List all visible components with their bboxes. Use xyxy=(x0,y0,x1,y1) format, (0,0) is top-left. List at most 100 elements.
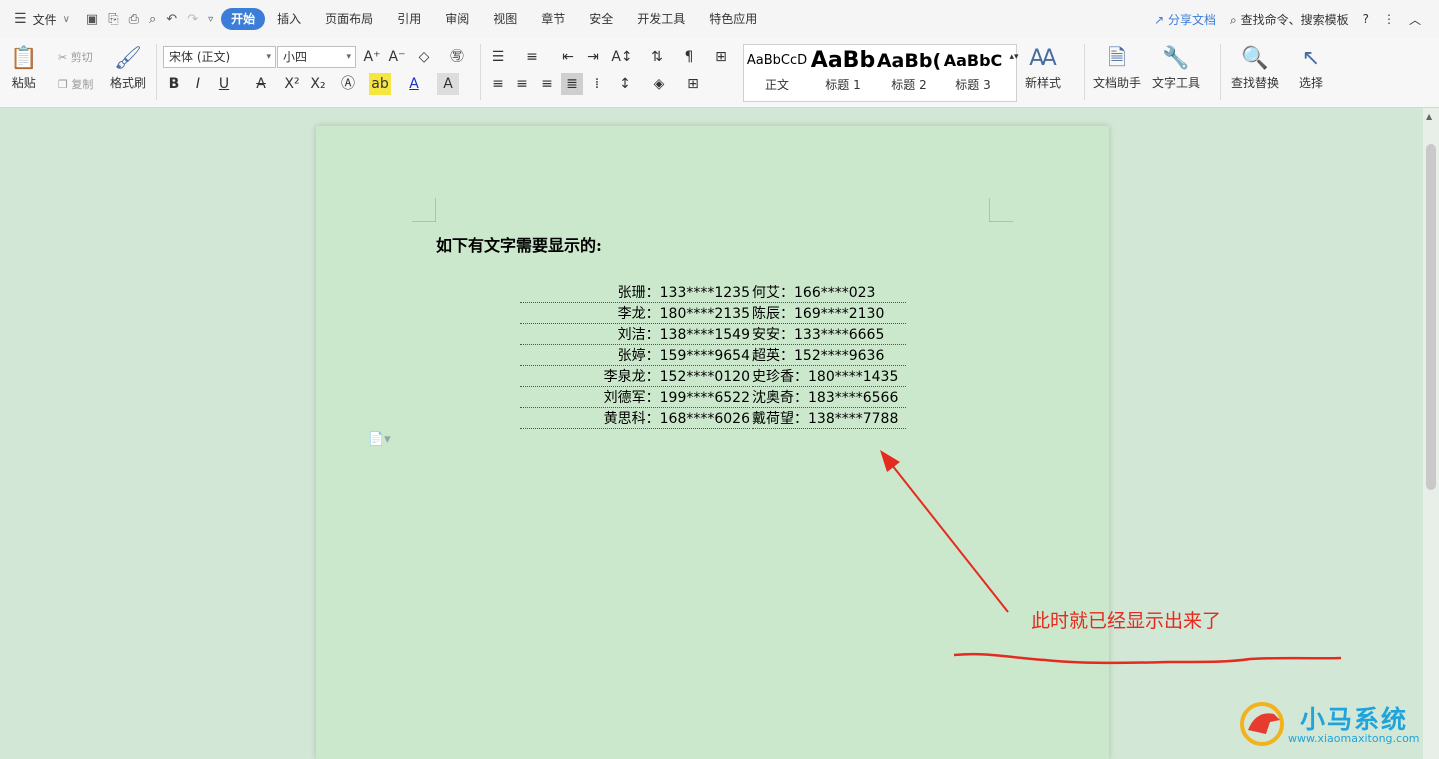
help-icon[interactable]: ? xyxy=(1363,12,1369,26)
styles-scroll-icon[interactable]: ▴▾ xyxy=(1003,46,1025,68)
show-marks-icon[interactable]: ¶ xyxy=(678,46,700,68)
contact-name: 沈奥奇 xyxy=(752,390,794,406)
grow-font-icon[interactable]: A⁺ xyxy=(361,46,383,68)
shading-icon[interactable]: ◈ xyxy=(648,73,670,95)
italic-icon[interactable]: I xyxy=(187,73,209,95)
style-normal-sample: AaBbCcD xyxy=(746,53,808,68)
watermark-logo: 小马系统 www.xiaomaxitong.com xyxy=(1240,700,1430,748)
tab-chapter[interactable]: 章节 xyxy=(529,8,577,30)
highlight-icon[interactable]: ab xyxy=(369,73,391,95)
bullet-list-icon[interactable]: ☰ xyxy=(487,46,509,68)
redo-icon[interactable]: ↷ xyxy=(187,12,198,27)
bold-icon[interactable]: B xyxy=(163,73,185,95)
superscript-icon[interactable]: X² xyxy=(281,73,303,95)
char-shading-icon[interactable]: A xyxy=(437,73,459,95)
contact-left-cell: 李泉龙：152****0120 xyxy=(520,368,750,387)
contact-name: 李龙 xyxy=(617,306,646,322)
font-color-icon[interactable]: A xyxy=(403,73,425,95)
contact-left-cell: 刘德军：199****6522 xyxy=(520,389,750,408)
print-preview-icon[interactable]: ⌕ xyxy=(149,12,156,27)
magnifier-icon: 🔍 xyxy=(1241,46,1269,71)
find-replace-button[interactable]: 🔍 查找替换 xyxy=(1231,44,1279,91)
brush-icon: 🖌 xyxy=(114,46,142,71)
search-command-button[interactable]: ⌕ 查找命令、搜索模板 xyxy=(1230,11,1349,28)
increase-indent-icon[interactable]: ⇥ xyxy=(582,46,604,68)
contact-name: 张珊 xyxy=(617,285,646,301)
contact-right-cell: 安安：133****6665 xyxy=(752,326,906,345)
tab-references[interactable]: 引用 xyxy=(385,8,433,30)
decrease-indent-icon[interactable]: ⇤ xyxy=(557,46,579,68)
style-heading-2[interactable]: AaBb( 标题 2 xyxy=(876,46,942,100)
table-icon[interactable]: ⊞ xyxy=(710,46,732,68)
tab-insert[interactable]: 插入 xyxy=(265,8,313,30)
justify-icon[interactable]: ≣ xyxy=(561,73,583,95)
contact-phone: 138****7788 xyxy=(808,411,899,427)
customize-icon[interactable]: ▿ xyxy=(208,14,213,25)
wrench-icon: 🔧 xyxy=(1162,46,1190,71)
share-document-button[interactable]: ↗ 分享文档 xyxy=(1154,11,1216,28)
align-left-icon[interactable]: ≡ xyxy=(487,73,509,95)
document-page[interactable]: 如下有文字需要显示的: 张珊：133****1235 何艾：166****023 李… xyxy=(316,126,1109,759)
text-effect-icon[interactable]: Ⓐ xyxy=(337,73,359,95)
cut-button[interactable]: ✂ 剪切 xyxy=(58,49,93,65)
scroll-thumb[interactable] xyxy=(1426,144,1436,490)
shrink-font-icon[interactable]: A⁻ xyxy=(386,46,408,68)
subscript-icon[interactable]: X₂ xyxy=(307,73,329,95)
clear-format-icon[interactable]: ◇ xyxy=(413,46,435,68)
save-icon[interactable]: ▣ xyxy=(86,12,98,27)
separator: ： xyxy=(645,285,660,301)
borders-icon[interactable]: ⊞ xyxy=(682,73,704,95)
file-menu[interactable]: ☰ 文件 ∨ xyxy=(0,0,78,38)
tab-special-apps[interactable]: 特色应用 xyxy=(697,8,769,30)
more-icon[interactable]: ⋮ xyxy=(1383,12,1395,26)
undo-icon[interactable]: ↶ xyxy=(166,12,177,27)
annotation-text: 此时就已经显示出来了 xyxy=(1031,610,1222,632)
line-spacing-icon[interactable]: ↕ xyxy=(614,73,636,95)
select-button[interactable]: ↖ 选择 xyxy=(1299,44,1323,91)
style-heading-3[interactable]: AaBbC 标题 3 xyxy=(940,46,1006,100)
paste-button[interactable]: 📋 粘贴 xyxy=(10,44,37,91)
tab-developer[interactable]: 开发工具 xyxy=(625,8,697,30)
contact-name: 史珍香 xyxy=(752,369,794,385)
new-style-button[interactable]: Ꜳ 新样式 xyxy=(1025,44,1061,91)
text-tools-label: 文字工具 xyxy=(1152,76,1201,90)
tab-page-layout[interactable]: 页面布局 xyxy=(313,8,385,30)
format-painter-button[interactable]: 🖌 格式刷 xyxy=(110,44,146,91)
text-tools-button[interactable]: 🔧 文字工具 xyxy=(1152,44,1200,91)
separator: ： xyxy=(645,306,660,322)
doc-assistant-button[interactable]: 🗎 文档助手 xyxy=(1093,44,1141,91)
new-style-icon: Ꜳ xyxy=(1029,46,1057,71)
style-heading-1[interactable]: AaBb 标题 1 xyxy=(810,46,876,100)
select-label: 选择 xyxy=(1299,76,1324,90)
collapse-ribbon-icon[interactable]: ︿ xyxy=(1409,11,1421,28)
copy-icon: ❐ xyxy=(58,78,68,91)
align-right-icon[interactable]: ≡ xyxy=(536,73,558,95)
table-row: 张珊：133****1235 何艾：166****023 xyxy=(316,284,1109,304)
vertical-scrollbar[interactable]: ▲ xyxy=(1423,108,1439,759)
align-center-icon[interactable]: ≡ xyxy=(511,73,533,95)
export-icon[interactable]: ⎘ xyxy=(108,12,118,27)
style-normal[interactable]: AaBbCcD 正文 xyxy=(744,46,810,100)
scroll-up-icon[interactable]: ▲ xyxy=(1426,112,1432,121)
print-icon[interactable]: ⎙ xyxy=(129,12,139,27)
paste-options-icon[interactable]: 📄▾ xyxy=(368,432,391,447)
tab-view[interactable]: 视图 xyxy=(481,8,529,30)
separator: ： xyxy=(645,348,660,364)
separator: ： xyxy=(794,390,808,406)
strikethrough-icon[interactable]: A xyxy=(250,73,272,95)
contact-name: 刘德军 xyxy=(603,390,646,406)
tab-security[interactable]: 安全 xyxy=(577,8,625,30)
distribute-icon[interactable]: ⁞ xyxy=(586,73,608,95)
font-name-select[interactable]: 宋体 (正文) ▾ xyxy=(163,46,276,68)
copy-button[interactable]: ❐ 复制 xyxy=(58,76,93,92)
phonetic-icon[interactable]: ㊢ xyxy=(446,46,468,68)
tab-review[interactable]: 审阅 xyxy=(433,8,481,30)
font-size-select[interactable]: 小四 ▾ xyxy=(277,46,356,68)
numbered-list-icon[interactable]: ≡ xyxy=(521,46,543,68)
underline-icon[interactable]: U xyxy=(213,73,235,95)
sort-icon[interactable]: ⇅ xyxy=(646,46,668,68)
divider xyxy=(1220,44,1221,100)
paste-label: 粘贴 xyxy=(11,76,36,90)
tab-home[interactable]: 开始 xyxy=(221,8,266,30)
text-direction-icon[interactable]: A↕ xyxy=(611,46,633,68)
